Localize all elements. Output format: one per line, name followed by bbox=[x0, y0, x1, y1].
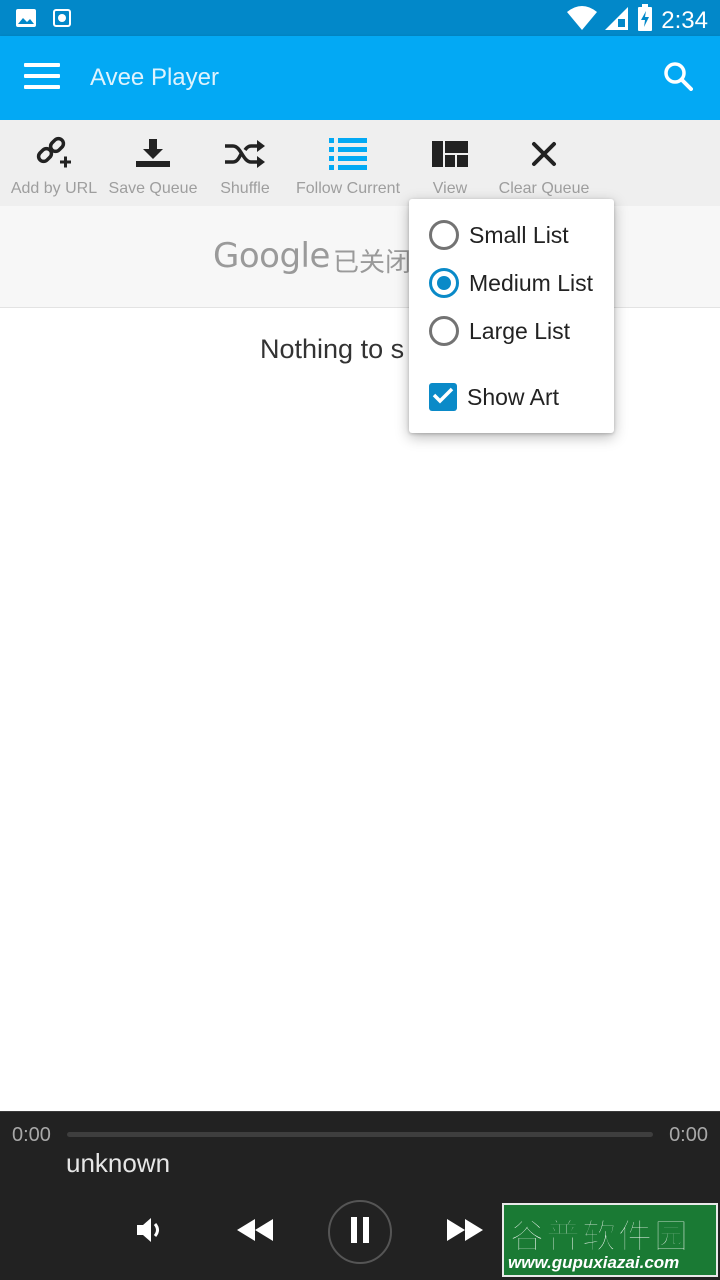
cell-signal-icon bbox=[605, 5, 629, 36]
watermark-title: 谷普软件园 bbox=[510, 1218, 690, 1257]
shuffle-button[interactable]: Shuffle bbox=[208, 120, 282, 206]
medium-list-option[interactable]: Medium List bbox=[429, 263, 593, 303]
download-icon bbox=[136, 138, 170, 174]
add-by-url-label: Add by URL bbox=[10, 180, 98, 197]
shuffle-label: Shuffle bbox=[220, 180, 270, 197]
screen-record-icon bbox=[52, 6, 72, 35]
checkmark-icon bbox=[432, 386, 454, 409]
view-button[interactable]: View bbox=[420, 120, 480, 206]
view-options-menu: Small List Medium List Large List Show A… bbox=[409, 199, 614, 433]
google-logo: Google bbox=[213, 236, 330, 276]
image-notification-icon bbox=[14, 6, 38, 35]
volume-button[interactable] bbox=[130, 1212, 170, 1252]
rewind-icon bbox=[237, 1218, 273, 1246]
close-icon bbox=[531, 141, 557, 172]
empty-queue-message: Nothing to s bbox=[260, 334, 405, 364]
large-list-option[interactable]: Large List bbox=[429, 311, 570, 351]
fast-forward-button[interactable] bbox=[442, 1212, 488, 1252]
ad-closed-text: 已关闭 bbox=[333, 247, 412, 277]
volume-icon bbox=[135, 1215, 165, 1250]
add-link-icon bbox=[36, 136, 72, 177]
menu-button[interactable] bbox=[14, 50, 70, 106]
watermark-logo: 谷普软件园 www.gupuxiazai.com bbox=[502, 1203, 718, 1277]
small-list-option[interactable]: Small List bbox=[429, 215, 569, 255]
follow-current-button[interactable]: Follow Current bbox=[290, 120, 406, 206]
follow-current-label: Follow Current bbox=[295, 180, 401, 197]
small-list-radio[interactable] bbox=[429, 220, 459, 250]
total-time: 0:00 bbox=[669, 1124, 708, 1146]
save-queue-button[interactable]: Save Queue bbox=[106, 120, 200, 206]
battery-charging-icon bbox=[637, 4, 653, 37]
show-art-checkbox[interactable] bbox=[429, 383, 457, 411]
list-icon bbox=[329, 137, 367, 175]
pause-icon bbox=[350, 1216, 370, 1248]
medium-list-radio[interactable] bbox=[429, 268, 459, 298]
save-queue-label: Save Queue bbox=[108, 180, 198, 197]
small-list-label: Small List bbox=[469, 221, 569, 248]
view-label: View bbox=[432, 180, 468, 197]
watermark-url: www.gupuxiazai.com bbox=[508, 1253, 680, 1272]
seek-bar[interactable] bbox=[67, 1132, 653, 1137]
status-bar: 2:34 bbox=[0, 0, 720, 36]
show-art-label: Show Art bbox=[467, 383, 560, 410]
elapsed-time: 0:00 bbox=[12, 1124, 51, 1146]
search-icon bbox=[663, 61, 693, 96]
rewind-button[interactable] bbox=[232, 1212, 278, 1252]
view-layout-icon bbox=[432, 140, 468, 172]
play-pause-button[interactable] bbox=[328, 1200, 392, 1264]
shuffle-icon bbox=[225, 139, 265, 173]
medium-list-label: Medium List bbox=[469, 269, 593, 296]
fast-forward-icon bbox=[447, 1218, 483, 1246]
queue-toolbar: Add by URL Save Queue Shuffle Follow Cur… bbox=[0, 120, 720, 206]
search-button[interactable] bbox=[650, 50, 706, 106]
wifi-icon bbox=[567, 5, 598, 36]
app-bar: Avee Player bbox=[0, 36, 720, 120]
status-time: 2:34 bbox=[661, 6, 708, 34]
app-title: Avee Player bbox=[90, 64, 219, 91]
hamburger-menu-icon bbox=[24, 62, 60, 94]
add-by-url-button[interactable]: Add by URL bbox=[10, 120, 98, 206]
clear-queue-label: Clear Queue bbox=[498, 180, 590, 197]
large-list-label: Large List bbox=[469, 317, 571, 344]
show-art-option[interactable]: Show Art bbox=[429, 377, 559, 417]
clear-queue-button[interactable]: Clear Queue bbox=[496, 120, 592, 206]
track-title: unknown bbox=[66, 1148, 171, 1178]
large-list-radio[interactable] bbox=[429, 316, 459, 346]
